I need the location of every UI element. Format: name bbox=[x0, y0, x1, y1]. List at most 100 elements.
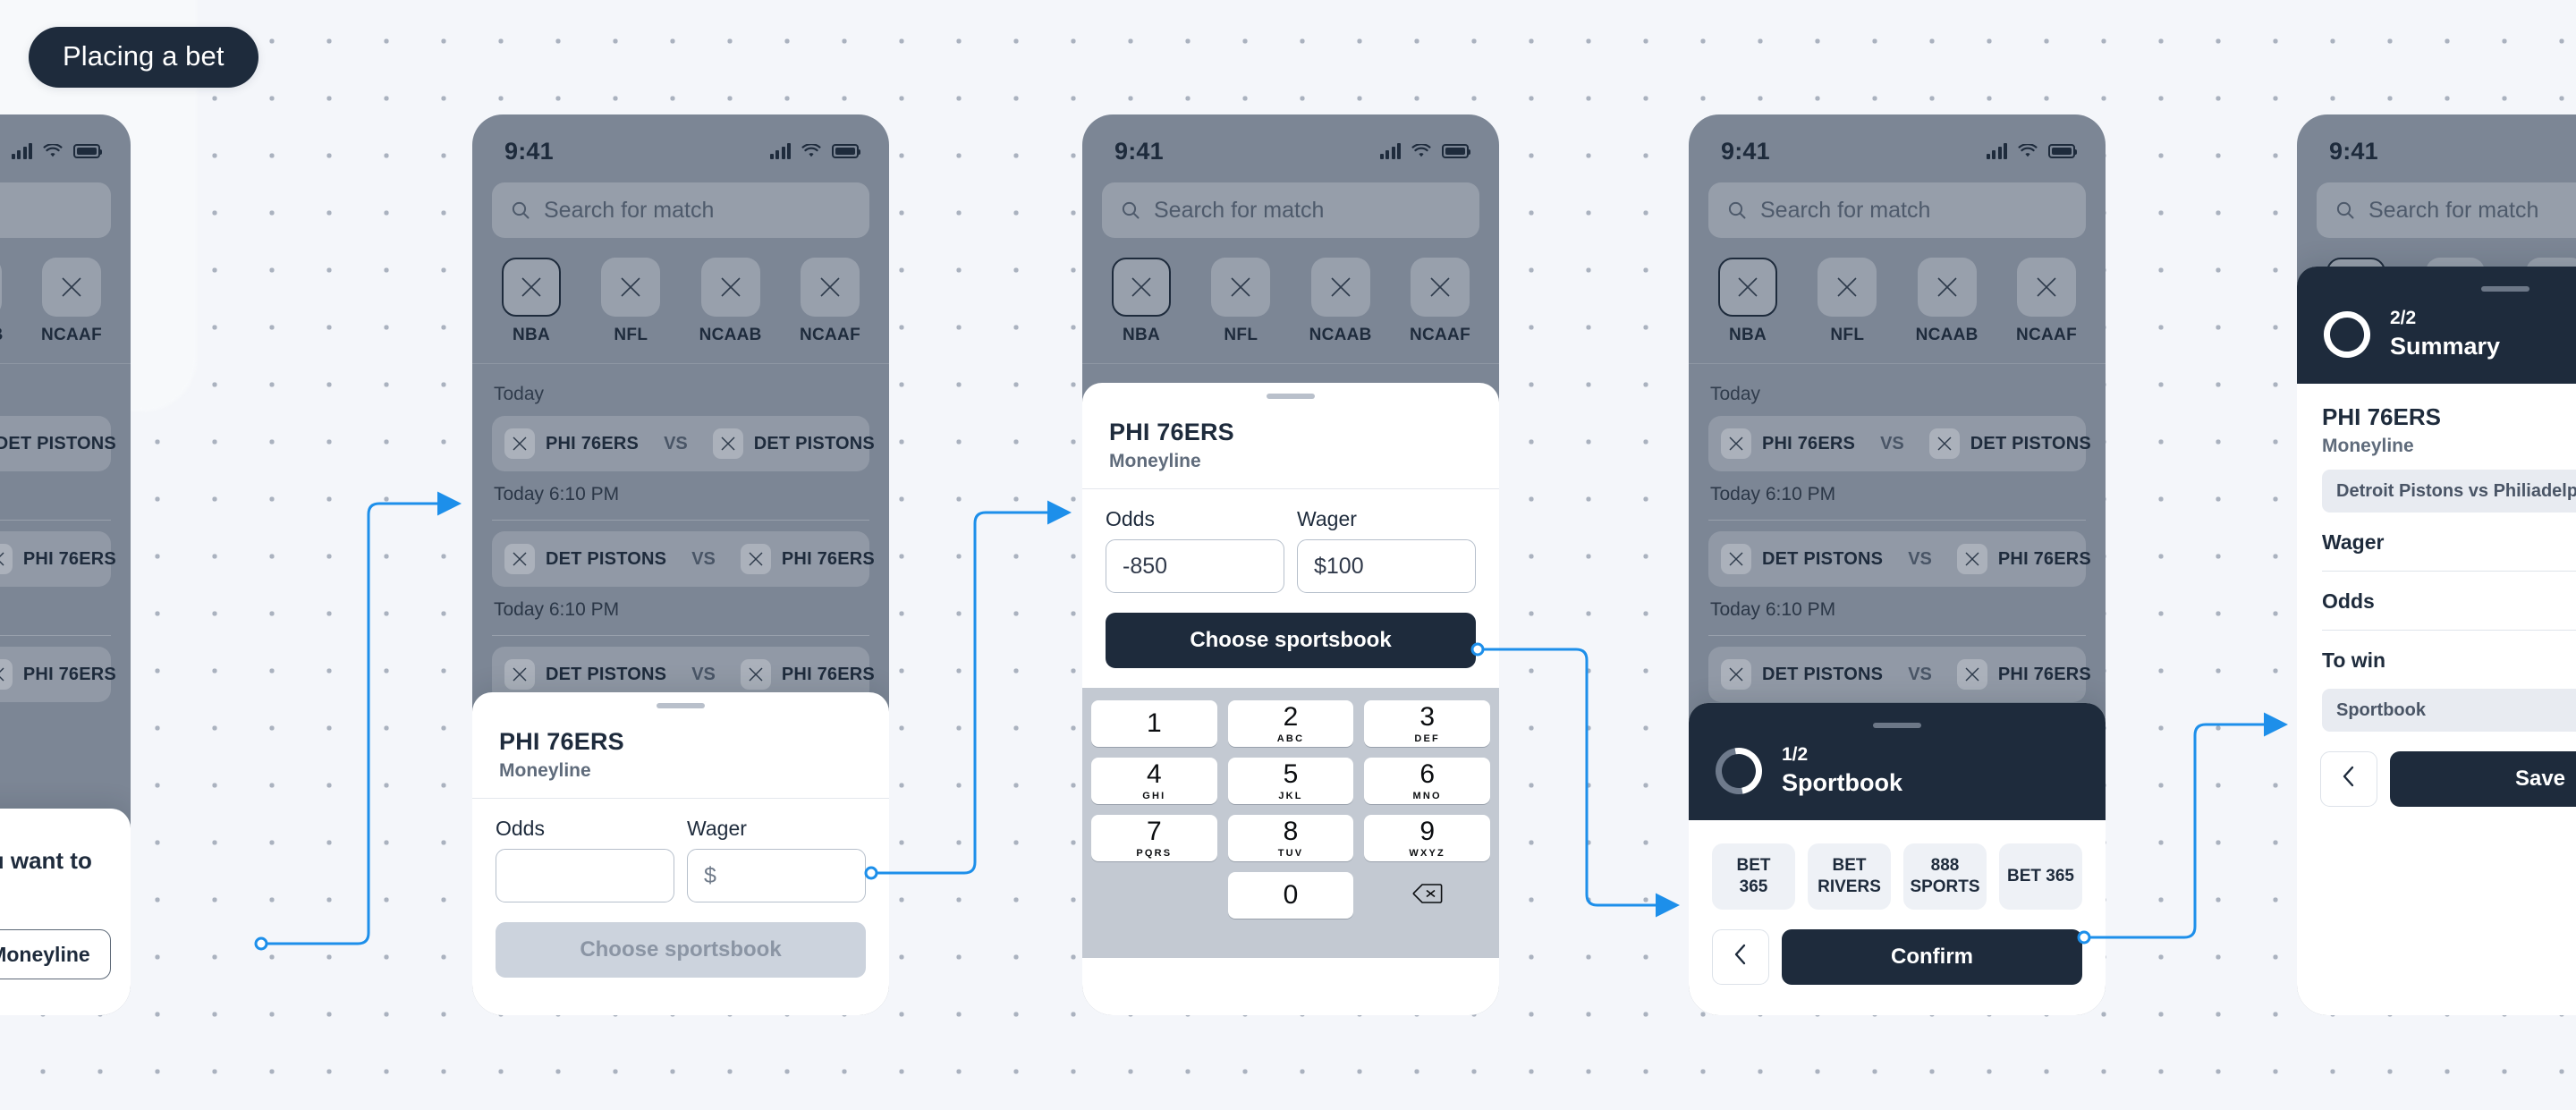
save-button[interactable]: Save bbox=[2390, 751, 2576, 807]
search-icon bbox=[1122, 201, 1140, 219]
sport-chip-ncaaf[interactable]: NCAAF bbox=[791, 258, 869, 345]
team-logo-placeholder-icon bbox=[1721, 544, 1751, 574]
sport-chip-nba[interactable]: NBA bbox=[492, 258, 571, 345]
connector-start-dot bbox=[254, 936, 268, 951]
divider bbox=[2322, 630, 2576, 631]
phone-screen-5: 9:41 Search for match NBA NFL bbox=[2297, 114, 2576, 1015]
sport-chip-nfl[interactable]: NFL bbox=[1201, 258, 1280, 345]
sport-chip-ncaaf[interactable]: NCAAF bbox=[2007, 258, 2086, 345]
match-away-team: DET PISTONS bbox=[0, 433, 116, 453]
sportsbook-option-bet365-alt[interactable]: BET 365 bbox=[1999, 843, 2082, 910]
search-input[interactable]: Search for match bbox=[492, 182, 869, 238]
sportsbook-line2: SPORTS bbox=[1910, 877, 1980, 896]
wager-input[interactable]: $100 bbox=[1297, 539, 1476, 593]
odds-input[interactable] bbox=[496, 849, 674, 902]
match-home-team: DET PISTONS bbox=[1762, 548, 1884, 569]
bet-type-label: Moneyline bbox=[499, 760, 591, 781]
battery-icon bbox=[73, 144, 102, 158]
battery-icon bbox=[2048, 144, 2077, 158]
match-time: Today 6:10 PM bbox=[1710, 484, 1836, 504]
back-button[interactable] bbox=[1712, 929, 1769, 985]
choose-sportsbook-button[interactable]: Choose sportsbook bbox=[1106, 613, 1476, 668]
sportsbook-option-bet365[interactable]: BET 365 bbox=[1712, 843, 1795, 910]
phone-screen-2: 9:41 Search for match NBA NFL NCAAB NCAA… bbox=[472, 114, 889, 1015]
sport-filter-list: NBA NFL NCAAB NCAAF bbox=[0, 238, 131, 345]
sport-chip-ncaab[interactable]: NCAAB bbox=[691, 258, 770, 345]
sportsbook-option-888sports[interactable]: 888 SPORTS bbox=[1903, 843, 1987, 910]
search-placeholder: Search for match bbox=[1760, 197, 1931, 223]
sport-chip-ncaab[interactable]: NCAAB bbox=[1301, 258, 1380, 345]
search-input[interactable]: Search for match bbox=[0, 182, 111, 238]
progress-ring-icon bbox=[2314, 301, 2380, 367]
match-row[interactable]: PHI 76ERS VS DET PISTONS bbox=[492, 416, 875, 471]
status-time: 9:41 bbox=[1114, 137, 1164, 165]
match-away-team: PHI 76ERS bbox=[1997, 664, 2091, 684]
sport-chip-ncaab[interactable]: NCAAB bbox=[1908, 258, 1987, 345]
match-away-team: DET PISTONS bbox=[753, 433, 875, 453]
confirm-button[interactable]: Confirm bbox=[1782, 929, 2082, 985]
search-icon bbox=[1728, 201, 1746, 219]
status-time: 9:41 bbox=[504, 137, 554, 165]
match-time: Today 6:10 PM bbox=[494, 484, 620, 504]
key-7[interactable]: 7 PQRS bbox=[1091, 815, 1217, 861]
key-9[interactable]: 9 WXYZ bbox=[1364, 815, 1491, 861]
match-row[interactable]: DET PISTONS VS PHI 76ERS bbox=[0, 531, 116, 587]
back-button[interactable] bbox=[2320, 751, 2377, 807]
status-bar: 9:41 bbox=[472, 114, 889, 168]
bet-type-options: Spread Total Moneyline bbox=[0, 904, 131, 1015]
search-input[interactable]: Search for match bbox=[1102, 182, 1479, 238]
wager-input[interactable]: $ bbox=[687, 849, 866, 902]
team-logo-placeholder-icon bbox=[1310, 258, 1370, 317]
match-row[interactable]: DET PISTONS VS PHI 76ERS bbox=[0, 647, 116, 702]
search-input[interactable]: Search for match bbox=[1708, 182, 2086, 238]
team-logo-placeholder-icon bbox=[740, 659, 771, 690]
sport-chip-nfl[interactable]: NFL bbox=[591, 258, 670, 345]
key-6[interactable]: 6 MNO bbox=[1364, 758, 1491, 804]
phone-screen-4: 9:41 Search for match NBA NFL NCAAB NCAA… bbox=[1689, 114, 2106, 1015]
key-8[interactable]: 8 TUV bbox=[1227, 815, 1354, 861]
match-row[interactable]: DET PISTONS VS PHI 76ERS bbox=[492, 531, 875, 587]
key-5[interactable]: 5 JKL bbox=[1227, 758, 1354, 804]
key-0[interactable]: 0 bbox=[1227, 872, 1354, 919]
match-row[interactable]: PHI 76ERS VS DET PISTONS bbox=[1708, 416, 2091, 471]
key-blank bbox=[1091, 872, 1217, 919]
bet-details-sheet: PHI 76ERS Moneyline Odds Wager $ Choose … bbox=[472, 692, 889, 1015]
sport-chip-label: NCAAB bbox=[0, 326, 4, 345]
team-logo-placeholder-icon bbox=[1956, 544, 1987, 574]
key-backspace[interactable] bbox=[1364, 872, 1490, 919]
sport-chip-nfl[interactable]: NFL bbox=[1808, 258, 1886, 345]
bet-type-moneyline-button[interactable]: Moneyline bbox=[0, 929, 111, 979]
summary-sheet: 2/2 Summary PHI 76ERS Moneyline Detroit … bbox=[2297, 267, 2576, 1015]
team-logo-placeholder-icon bbox=[740, 544, 771, 574]
key-2[interactable]: 2 ABC bbox=[1227, 700, 1354, 747]
numeric-keypad: 1 2 ABC 3 DEF 4 GHI 5 JKL 6 MNO 7 PQRS 8 TUV 9W… bbox=[1082, 688, 1499, 958]
sport-chip-nba[interactable]: NBA bbox=[1708, 258, 1787, 345]
match-row[interactable]: DET PISTONS VS PHI 76ERS bbox=[1708, 647, 2091, 702]
sheet-step-header: 2/2 Summary bbox=[2297, 267, 2576, 384]
key-number: 1 bbox=[1146, 708, 1162, 738]
sportsbook-option-betrivers[interactable]: BET RIVERS bbox=[1808, 843, 1891, 910]
key-3[interactable]: 3 DEF bbox=[1364, 700, 1491, 747]
sport-chip-ncaab[interactable]: NCAAB bbox=[0, 258, 12, 345]
match-time: Today 6:10 PM bbox=[0, 471, 131, 505]
team-logo-placeholder-icon bbox=[1410, 258, 1470, 317]
sport-chip-ncaaf[interactable]: NCAAF bbox=[32, 258, 111, 345]
odds-input[interactable]: -850 bbox=[1106, 539, 1284, 593]
chevron-left-icon bbox=[1733, 943, 1748, 972]
sheet-step-header: 1/2 Sportbook bbox=[1689, 703, 2106, 820]
sport-chip-ncaaf[interactable]: NCAAF bbox=[1401, 258, 1479, 345]
sport-chip-nba[interactable]: NBA bbox=[1102, 258, 1181, 345]
key-1[interactable]: 1 bbox=[1091, 700, 1217, 747]
key-4[interactable]: 4 GHI bbox=[1091, 758, 1217, 804]
search-placeholder: Search for match bbox=[1154, 197, 1325, 223]
match-home-team: DET PISTONS bbox=[546, 548, 667, 569]
choose-sportsbook-button[interactable]: Choose sportsbook bbox=[496, 922, 866, 978]
match-row[interactable]: DET PISTONS VS PHI 76ERS bbox=[1708, 531, 2091, 587]
sport-chip-label: NCAAF bbox=[1409, 326, 1470, 344]
match-row[interactable]: PHI 76ERS VS DET PISTONS bbox=[0, 416, 116, 471]
signal-icon bbox=[1379, 143, 1401, 159]
search-input[interactable]: Search for match bbox=[2317, 182, 2576, 238]
phone-screen-3: 9:41 Search for match NBA NFL NCAAB NCAA… bbox=[1082, 114, 1499, 1015]
team-logo-placeholder-icon bbox=[0, 659, 13, 690]
sportsbook-line1: BET bbox=[1736, 856, 1771, 876]
